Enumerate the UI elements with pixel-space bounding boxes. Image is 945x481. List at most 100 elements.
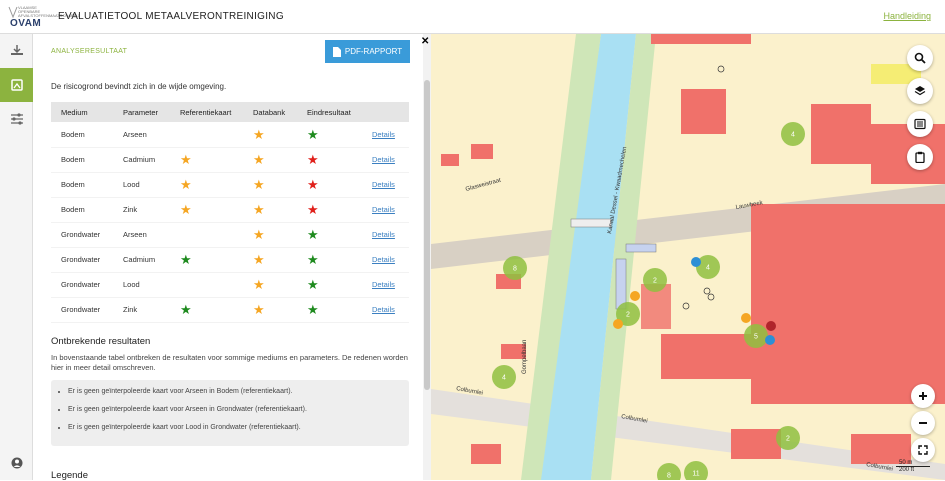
ref-star-icon: ★ (180, 177, 192, 192)
map-search-button[interactable] (907, 45, 933, 71)
clipboard-icon (915, 151, 925, 163)
cell-db: ★ (243, 222, 297, 248)
cell-parameter: Cadmium (113, 247, 170, 273)
cell-details: Details (362, 222, 409, 248)
db-star-icon: ★ (253, 277, 265, 292)
zoom-in-button[interactable] (911, 384, 935, 408)
parameter-text: Zink (123, 305, 138, 314)
rail-layers-toggle[interactable] (0, 34, 33, 68)
cell-ref: ★ (170, 147, 243, 173)
missing-results-title: Ontbrekende resultaten (51, 336, 151, 347)
col-medium: Medium (51, 102, 113, 122)
cell-medium: Bodem (51, 197, 113, 223)
cluster-count: 2 (653, 278, 657, 285)
map-scale: 50 m 200 ft (896, 460, 930, 480)
details-link[interactable]: Details (372, 130, 395, 139)
medium-text: Grondwater (61, 255, 101, 264)
zoom-out-button[interactable] (911, 411, 935, 435)
medium-text: Bodem (61, 129, 85, 139)
help-link[interactable]: Handleiding (883, 11, 931, 21)
rail-user[interactable] (0, 446, 33, 480)
search-icon (914, 52, 926, 64)
cell-ref (170, 222, 243, 248)
db-star-icon: ★ (253, 252, 265, 267)
list-icon (914, 118, 926, 130)
db-star-icon: ★ (253, 202, 265, 217)
medium-text: Bodem (61, 205, 85, 214)
details-link[interactable]: Details (372, 180, 395, 189)
medium-text: Grondwater (61, 280, 101, 289)
missing-results-text: In bovenstaande tabel ontbreken de resul… (51, 353, 408, 372)
legend-title: Legende (51, 470, 88, 481)
details-link[interactable]: Details (372, 305, 395, 314)
parameter-text: Cadmium (123, 155, 156, 164)
cluster-count: 2 (626, 312, 630, 319)
fullscreen-button[interactable] (911, 438, 935, 462)
layers-icon (914, 86, 926, 96)
map-clipboard-button[interactable] (907, 144, 933, 170)
ref-star-icon: ★ (180, 302, 192, 317)
db-star-icon: ★ (253, 126, 265, 142)
cell-parameter: Zink (113, 197, 170, 223)
end-star-icon: ★ (307, 202, 319, 217)
cell-db: ★ (243, 172, 297, 198)
cell-db: ★ (243, 272, 297, 298)
cell-ref: ★ (170, 247, 243, 273)
details-link[interactable]: Details (372, 205, 395, 214)
db-star-icon: ★ (253, 227, 265, 242)
details-link[interactable]: Details (372, 155, 395, 164)
map-view[interactable]: Glasweistraat Kanaal Dessel - Kwaadmeche… (431, 34, 945, 480)
cell-ref: ★ (170, 297, 243, 323)
cluster-count: 4 (502, 375, 506, 382)
db-star-icon: ★ (253, 302, 265, 317)
cluster-count: 11 (692, 471, 699, 478)
settings-sliders-icon (10, 113, 23, 125)
db-star-icon: ★ (253, 152, 265, 167)
cell-parameter: Lood (113, 172, 170, 198)
parameter-text: Arseen (123, 230, 147, 239)
zoom-out-icon (919, 422, 927, 424)
note-item: Er is geen geïnterpoleerde kaart voor Ar… (68, 406, 401, 413)
cell-medium: Grondwater (51, 297, 113, 323)
cell-parameter: Lood (113, 272, 170, 298)
panel-scroll-thumb[interactable] (424, 80, 430, 390)
cell-details: Details (362, 272, 409, 298)
logo-small-text: VLAAMSE OPENBARE AFVALSTOFFENMAATSCHAPPI… (18, 5, 80, 18)
ovam-logo: VLAAMSE OPENBARE AFVALSTOFFENMAATSCHAPPI… (8, 5, 80, 30)
cell-details: Details (362, 172, 409, 198)
cell-details: Details (362, 247, 409, 273)
cell-end: ★ (297, 272, 362, 298)
rail-results[interactable] (0, 68, 33, 102)
details-link[interactable]: Details (372, 230, 395, 239)
cell-details: Details (362, 297, 409, 323)
table-row: Bodem Cadmium ★ ★ ★ Details (51, 147, 409, 173)
map-layers-button[interactable] (907, 78, 933, 104)
table-row: Grondwater Arseen ★ ★ Details (51, 222, 409, 248)
cell-medium: Grondwater (51, 247, 113, 273)
col-parameter: Parameter (113, 102, 170, 122)
col-referentiekaart: Referentiekaart (170, 102, 243, 122)
missing-results-notes: Er is geen geïnterpoleerde kaart voor Ar… (51, 380, 409, 446)
cell-parameter: Arseen (113, 222, 170, 248)
rail-settings[interactable] (0, 102, 33, 136)
cluster-count: 2 (786, 436, 790, 443)
cell-parameter: Arseen (113, 122, 170, 148)
medium-text: Grondwater (61, 230, 101, 239)
cell-medium: Grondwater (51, 272, 113, 298)
user-icon (11, 457, 22, 469)
map-canvas[interactable]: Glasweistraat Kanaal Dessel - Kwaadmeche… (431, 34, 945, 480)
cluster-count: 8 (667, 473, 671, 480)
cell-ref (170, 272, 243, 298)
details-link[interactable]: Details (372, 255, 395, 264)
cell-ref: ★ (170, 172, 243, 198)
close-panel-button[interactable]: ✕ (421, 36, 429, 47)
map-list-button[interactable] (907, 111, 933, 137)
cell-parameter: Cadmium (113, 147, 170, 173)
pdf-report-button[interactable]: PDF-RAPPORT (325, 40, 410, 63)
cluster-count: 4 (706, 265, 710, 272)
fullscreen-icon (918, 445, 928, 455)
results-icon (10, 79, 23, 91)
intro-text: De risicogrond bevindt zich in de wijde … (51, 82, 227, 91)
cell-db: ★ (243, 247, 297, 273)
details-link[interactable]: Details (372, 280, 395, 289)
